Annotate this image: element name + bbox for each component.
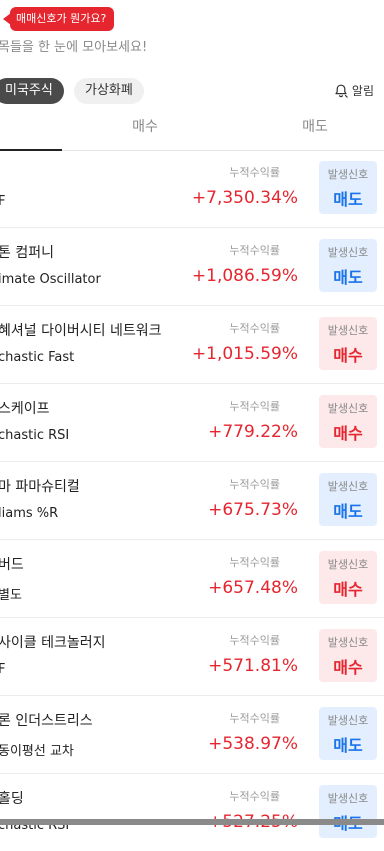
signal-badge[interactable]: 발생신호 매도	[319, 707, 377, 760]
cumulative-return-label: 누적수익률	[229, 322, 280, 335]
list-item[interactable]: 마 파마슈티컬 liams %R 누적수익률 +675.73% 발생신호 매도	[0, 462, 384, 540]
signal-label: 발생신호	[327, 480, 369, 493]
cumulative-return-value: +538.97%	[208, 734, 298, 754]
cumulative-return-label: 누적수익률	[229, 400, 280, 413]
signal-label: 발생신호	[327, 714, 369, 727]
signal-label: 발생신호	[327, 636, 369, 649]
strategy-name: 동이평선 교차	[0, 744, 74, 759]
cumulative-return-label: 누적수익률	[229, 556, 280, 569]
signal-value: 매수	[333, 658, 363, 677]
signal-label: 발생신호	[327, 792, 369, 805]
cumulative-return-value: +657.48%	[208, 578, 298, 598]
stock-name: 마 파마슈티컬	[0, 479, 80, 495]
cumulative-return-value: +7,350.34%	[191, 188, 298, 208]
strategy-name: F	[0, 662, 6, 677]
signal-list: F 누적수익률 +7,350.34% 발생신호 매도 톤 컴퍼니 imate O…	[0, 150, 384, 851]
stock-name: 혜셔널 다이버시티 네트워크	[0, 323, 162, 339]
bell-icon	[335, 84, 348, 98]
signal-label: 발생신호	[327, 324, 369, 337]
list-item[interactable]: 톤 컴퍼니 imate Oscillator 누적수익률 +1,086.59% …	[0, 228, 384, 306]
tab-buy[interactable]: 매수	[60, 108, 230, 150]
list-item[interactable]: 버드 별도 누적수익률 +657.48% 발생신호 매수	[0, 540, 384, 618]
signal-label: 발생신호	[327, 168, 369, 181]
page-subtitle: 목들을 한 눈에 모아보세요!	[0, 40, 148, 55]
cumulative-return-value: +1,086.59%	[191, 266, 298, 286]
signal-label: 발생신호	[327, 402, 369, 415]
cumulative-return-label: 누적수익률	[229, 244, 280, 257]
tooltip-text[interactable]: 매매신호가 뭔가요?	[10, 7, 115, 31]
signal-value: 매도	[333, 736, 363, 755]
signal-badge[interactable]: 발생신호 매도	[319, 473, 377, 526]
signal-badge[interactable]: 발생신호 매도	[319, 785, 377, 838]
cumulative-return-value: +571.81%	[208, 656, 298, 676]
signal-badge[interactable]: 발생신호 매수	[319, 629, 377, 682]
list-item[interactable]: 홀딩 chastic RSI 누적수익률 +527.25% 발생신호 매도	[0, 774, 384, 851]
signal-badge[interactable]: 발생신호 매수	[319, 395, 377, 448]
cumulative-return-label: 누적수익률	[229, 790, 280, 803]
stock-name: 론 인더스트리스	[0, 713, 93, 729]
stock-name: 톤 컴퍼니	[0, 245, 54, 261]
cumulative-return-label: 누적수익률	[229, 166, 280, 179]
list-item[interactable]: F 누적수익률 +7,350.34% 발생신호 매도	[0, 150, 384, 228]
signal-label: 발생신호	[327, 246, 369, 259]
strategy-name: chastic Fast	[0, 350, 75, 365]
signal-badge[interactable]: 발생신호 매도	[319, 161, 377, 214]
signal-tabs: 매수 매도	[0, 108, 384, 151]
stock-name: 버드	[0, 557, 24, 573]
cumulative-return-value: +779.22%	[208, 422, 298, 442]
cumulative-return-label: 누적수익률	[229, 712, 280, 725]
strategy-name: F	[0, 194, 6, 209]
chip-us-stocks[interactable]: 미국주식	[0, 78, 64, 104]
signal-value: 매수	[333, 346, 363, 365]
alarm-label: 알림	[351, 84, 374, 98]
signal-value: 매도	[333, 502, 363, 521]
cumulative-return-value: +1,015.59%	[191, 344, 298, 364]
signal-badge[interactable]: 발생신호 매도	[319, 239, 377, 292]
signal-badge[interactable]: 발생신호 매수	[319, 317, 377, 370]
list-item[interactable]: 혜셔널 다이버시티 네트워크 chastic Fast 누적수익률 +1,015…	[0, 306, 384, 384]
signal-value: 매도	[333, 268, 363, 287]
list-item[interactable]: 론 인더스트리스 동이평선 교차 누적수익률 +538.97% 발생신호 매도	[0, 696, 384, 774]
list-item[interactable]: 스케이프 chastic RSI 누적수익률 +779.22% 발생신호 매수	[0, 384, 384, 462]
bottom-scroll-bar	[0, 819, 384, 825]
stock-name: 사이클 테크놀러지	[0, 635, 106, 651]
tab-sell[interactable]: 매도	[230, 108, 384, 150]
strategy-name: chastic RSI	[0, 428, 70, 443]
strategy-name: imate Oscillator	[0, 272, 101, 287]
cumulative-return-label: 누적수익률	[229, 634, 280, 647]
signal-badge[interactable]: 발생신호 매수	[319, 551, 377, 604]
signal-value: 매도	[333, 190, 363, 209]
stock-name: 스케이프	[0, 401, 50, 417]
stock-name: 홀딩	[0, 791, 24, 807]
cumulative-return-label: 누적수익률	[229, 478, 280, 491]
signal-value: 매수	[333, 580, 363, 599]
signal-value: 매수	[333, 424, 363, 443]
signal-label: 발생신호	[327, 558, 369, 571]
cumulative-return-value: +675.73%	[208, 500, 298, 520]
alarm-button[interactable]: 알림	[333, 82, 374, 99]
list-item[interactable]: 사이클 테크놀러지 F 누적수익률 +571.81% 발생신호 매수	[0, 618, 384, 696]
strategy-name: liams %R	[0, 506, 59, 521]
strategy-name: 별도	[0, 588, 22, 603]
chip-crypto[interactable]: 가상화폐	[74, 78, 144, 104]
